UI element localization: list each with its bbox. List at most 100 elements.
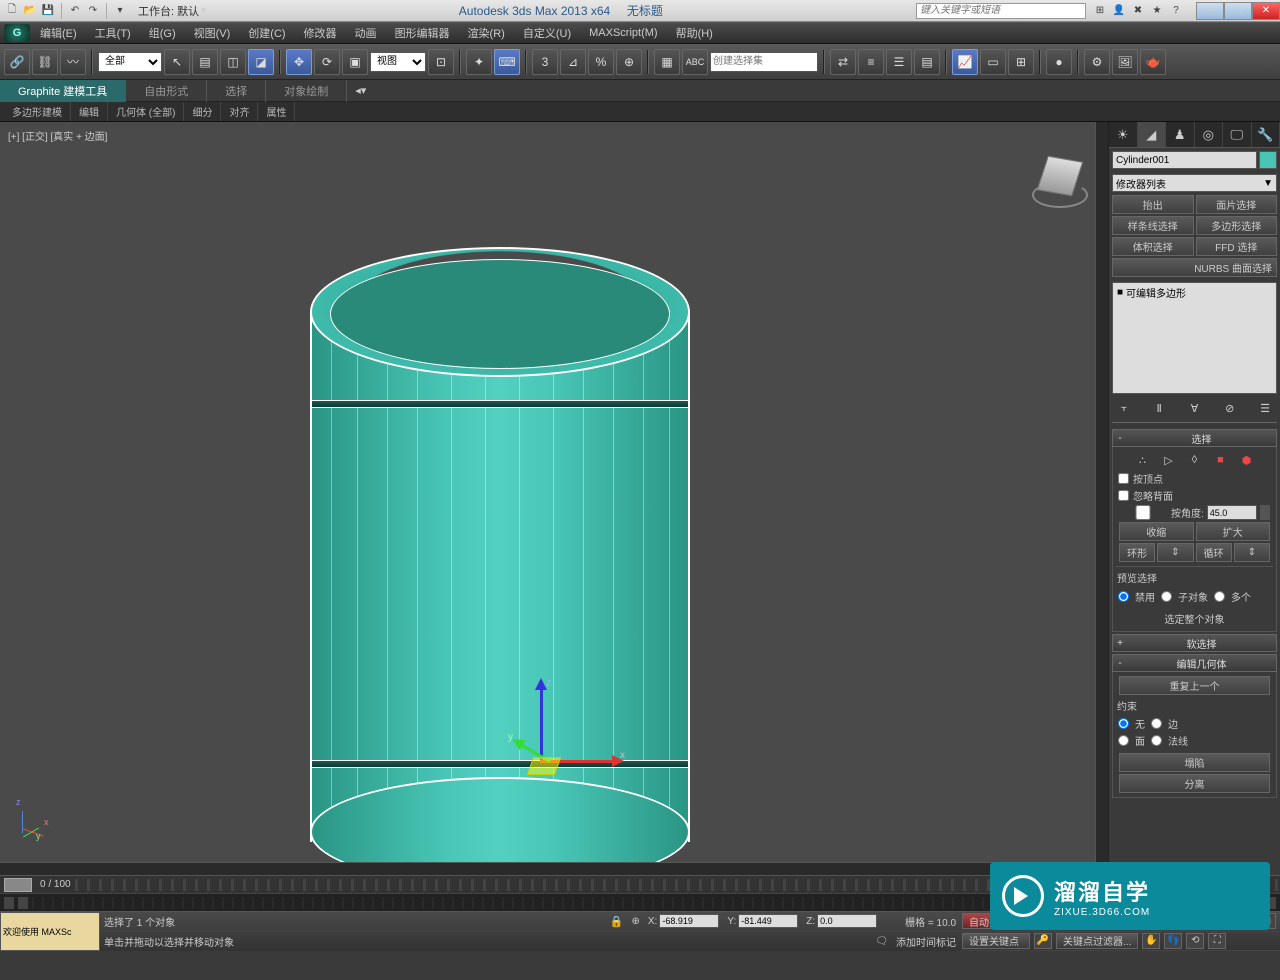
ribbon-sub-align[interactable]: 对齐 — [221, 102, 258, 121]
named-selection-icon[interactable]: ▦ — [654, 49, 680, 75]
viewport-scrollbar-v[interactable] — [1095, 122, 1108, 875]
selection-filter-dropdown[interactable]: 全部 — [98, 52, 162, 72]
radio-preview-off[interactable] — [1118, 591, 1129, 602]
subobj-element-icon[interactable]: ⬢ — [1238, 452, 1256, 468]
configure-sets-icon[interactable]: ☰ — [1256, 400, 1274, 416]
btn-loop[interactable]: 循环 — [1196, 543, 1232, 562]
tab-motion-icon[interactable]: ◎ — [1195, 122, 1224, 147]
ribbon-sub-subdiv[interactable]: 细分 — [184, 102, 221, 121]
help-icon[interactable]: ? — [1168, 3, 1184, 19]
chk-byangle[interactable] — [1118, 505, 1168, 520]
bind-spacewarp-icon[interactable]: 〰 — [60, 49, 86, 75]
ribbon-tab-paint[interactable]: 对象绘制 — [266, 80, 347, 102]
layer-manager-icon[interactable]: ▤ — [914, 49, 940, 75]
infocenter-icon[interactable]: ⊞ — [1092, 3, 1108, 19]
transform-gizmo[interactable]: z x y — [490, 682, 630, 822]
nav-walk-icon[interactable]: 👣 — [1164, 933, 1182, 949]
trackbar-btn1[interactable] — [4, 897, 14, 909]
stack-item-editpoly[interactable]: ■可编辑多边形 — [1113, 283, 1276, 302]
rollout-editgeo[interactable]: -编辑几何体 — [1112, 654, 1277, 672]
radio-preview-sub[interactable] — [1161, 591, 1172, 602]
menu-customize[interactable]: 自定义(U) — [515, 22, 579, 44]
radio-constraint-edge[interactable] — [1151, 718, 1162, 729]
tab-create-icon[interactable]: ☀ — [1109, 122, 1138, 147]
tab-display-icon[interactable]: 🖵 — [1223, 122, 1252, 147]
close-button[interactable]: ✕ — [1252, 2, 1280, 20]
radio-constraint-face[interactable] — [1118, 735, 1129, 746]
tab-modify-icon[interactable]: ◢ — [1138, 122, 1167, 147]
nav-maximize-icon[interactable]: ⛶ — [1208, 933, 1226, 949]
btn-grow[interactable]: 扩大 — [1196, 522, 1271, 541]
layers-icon[interactable]: ☰ — [886, 49, 912, 75]
transform-type-in-icon[interactable]: ⊕ — [632, 916, 640, 927]
ribbon-tab-selection[interactable]: 选择 — [207, 80, 266, 102]
schematic-icon[interactable]: ⊞ — [1008, 49, 1034, 75]
trackbar-btn2[interactable] — [18, 897, 28, 909]
remove-mod-icon[interactable]: ⊘ — [1221, 400, 1239, 416]
key-mode-icon[interactable]: 🔑 — [1034, 933, 1052, 949]
angle-input[interactable] — [1207, 505, 1257, 520]
btn-meshsel[interactable]: 面片选择 — [1196, 195, 1278, 214]
y-input[interactable] — [738, 914, 798, 928]
modifier-stack[interactable]: ■可编辑多边形 — [1112, 282, 1277, 394]
show-end-result-icon[interactable]: Ⅱ — [1150, 400, 1168, 416]
angle-snap-icon[interactable]: ⊿ — [560, 49, 586, 75]
object-color-swatch[interactable] — [1259, 151, 1277, 169]
nav-pan-icon[interactable]: ✋ — [1142, 933, 1160, 949]
select-icon[interactable]: ↖ — [164, 49, 190, 75]
maximize-button[interactable]: □ — [1224, 2, 1252, 20]
app-button[interactable]: G — [4, 24, 30, 42]
project-icon[interactable]: ▾ — [112, 3, 128, 19]
key-filters-button[interactable]: 关键点过滤器... — [1056, 933, 1138, 949]
btn-shrink[interactable]: 收缩 — [1119, 522, 1194, 541]
search-input[interactable] — [916, 3, 1086, 19]
menu-tools[interactable]: 工具(T) — [87, 22, 139, 44]
pin-stack-icon[interactable]: ⫟ — [1115, 400, 1133, 416]
btn-polysel[interactable]: 多边形选择 — [1196, 216, 1278, 235]
favorite-icon[interactable]: ★ — [1149, 3, 1165, 19]
menu-rendering[interactable]: 渲染(R) — [460, 22, 513, 44]
tab-hierarchy-icon[interactable]: ♟ — [1166, 122, 1195, 147]
ribbon-tab-freeform[interactable]: 自由形式 — [126, 80, 207, 102]
ribbon-expand-icon[interactable]: ◂▾ — [347, 84, 374, 97]
menu-edit[interactable]: 编辑(E) — [32, 22, 85, 44]
btn-repeat-last[interactable]: 重复上一个 — [1119, 676, 1270, 695]
named-selection-edit-icon[interactable]: ABC — [682, 49, 708, 75]
material-editor-icon[interactable]: ● — [1046, 49, 1072, 75]
menu-grapheditors[interactable]: 图形编辑器 — [387, 22, 458, 44]
align-icon[interactable]: ≡ — [858, 49, 884, 75]
menu-create[interactable]: 创建(C) — [240, 22, 293, 44]
workspace-label[interactable]: 工作台: 默认 — [138, 3, 199, 19]
save-icon[interactable]: 💾 — [40, 3, 56, 19]
select-region-icon[interactable]: ◫ — [220, 49, 246, 75]
modifier-list-dropdown[interactable]: 修改器列表▼ — [1112, 174, 1277, 192]
select-name-icon[interactable]: ▤ — [192, 49, 218, 75]
selection-lock-icon[interactable]: 🔒 — [610, 915, 624, 928]
redo-icon[interactable]: ↷ — [85, 3, 101, 19]
subobj-border-icon[interactable]: ◊ — [1186, 452, 1204, 468]
spinner-snap-icon[interactable]: ⊕ — [616, 49, 642, 75]
keyboard-shortcut-icon[interactable]: ⌨ — [494, 49, 520, 75]
menu-group[interactable]: 组(G) — [141, 22, 184, 44]
ribbon-sub-geo[interactable]: 几何体 (全部) — [108, 102, 184, 121]
nav-orbit-icon[interactable]: ⟲ — [1186, 933, 1204, 949]
btn-detach[interactable]: 分离 — [1119, 774, 1270, 793]
ribbon-sub-edit[interactable]: 编辑 — [71, 102, 108, 121]
open-icon[interactable]: 📂 — [22, 3, 38, 19]
unlink-icon[interactable]: ⛓ — [32, 49, 58, 75]
snap-3d-icon[interactable]: 3 — [532, 49, 558, 75]
tab-utilities-icon[interactable]: 🔧 — [1252, 122, 1280, 147]
link-icon[interactable]: 🔗 — [4, 49, 30, 75]
radio-preview-multi[interactable] — [1214, 591, 1225, 602]
btn-ffdsel[interactable]: FFD 选择 — [1196, 237, 1278, 256]
rollout-softsel[interactable]: +软选择 — [1112, 634, 1277, 652]
percent-snap-icon[interactable]: % — [588, 49, 614, 75]
add-time-tag[interactable]: 添加时间标记 — [896, 934, 956, 949]
curve-editor-icon[interactable]: 📈 — [952, 49, 978, 75]
render-frame-icon[interactable]: 🖼 — [1112, 49, 1138, 75]
subobj-polygon-icon[interactable]: ■ — [1212, 452, 1230, 468]
subobj-edge-icon[interactable]: ▷ — [1160, 452, 1178, 468]
pivot-icon[interactable]: ⊡ — [428, 49, 454, 75]
scale-icon[interactable]: ▣ — [342, 49, 368, 75]
viewport[interactable]: [+] [正交] [真实 + 边面] z x y x — [0, 122, 1108, 875]
